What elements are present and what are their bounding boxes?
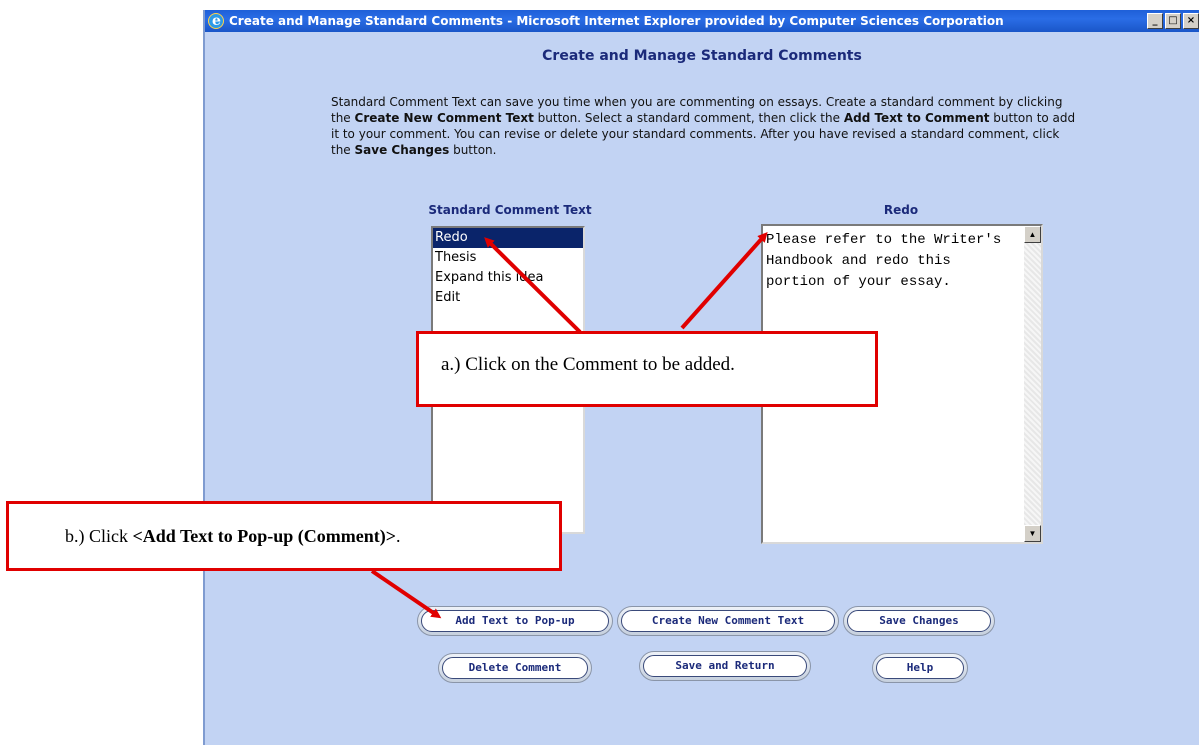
list-item-redo[interactable]: Redo [433, 228, 583, 248]
window-title: Create and Manage Standard Comments - Mi… [229, 14, 1004, 28]
list-header: Standard Comment Text [428, 203, 592, 217]
comment-text[interactable]: Please refer to the Writer's Handbook an… [766, 230, 1018, 293]
editor-header: Redo [883, 203, 919, 217]
save-changes-button[interactable]: Save Changes [843, 606, 995, 636]
editor-scrollbar[interactable]: ▲ ▼ [1024, 226, 1041, 542]
scroll-up-icon[interactable]: ▲ [1024, 226, 1041, 243]
callout-click-add-text: b.) Click <Add Text to Pop-up (Comment)>… [6, 501, 562, 571]
add-text-button[interactable]: Add Text to Pop-up [417, 606, 613, 636]
internet-explorer-icon [208, 10, 224, 32]
intro-text: Standard Comment Text can save you time … [331, 95, 1076, 157]
help-button[interactable]: Help [872, 653, 968, 683]
save-and-return-button[interactable]: Save and Return [639, 651, 811, 681]
close-button[interactable]: × [1183, 13, 1199, 29]
list-item-edit[interactable]: Edit [433, 288, 583, 308]
list-item-thesis[interactable]: Thesis [433, 248, 583, 268]
callout-click-comment: a.) Click on the Comment to be added. [416, 331, 878, 407]
list-item-expand-idea[interactable]: Expand this idea [433, 268, 583, 288]
create-new-comment-button[interactable]: Create New Comment Text [617, 606, 839, 636]
minimize-button[interactable]: _ [1147, 13, 1163, 29]
window-controls: _ □ × [1147, 13, 1199, 29]
maximize-button[interactable]: □ [1165, 13, 1181, 29]
page-title: Create and Manage Standard Comments [542, 48, 862, 64]
scroll-down-icon[interactable]: ▼ [1024, 525, 1041, 542]
title-bar[interactable]: Create and Manage Standard Comments - Mi… [205, 10, 1199, 32]
delete-comment-button[interactable]: Delete Comment [438, 653, 592, 683]
